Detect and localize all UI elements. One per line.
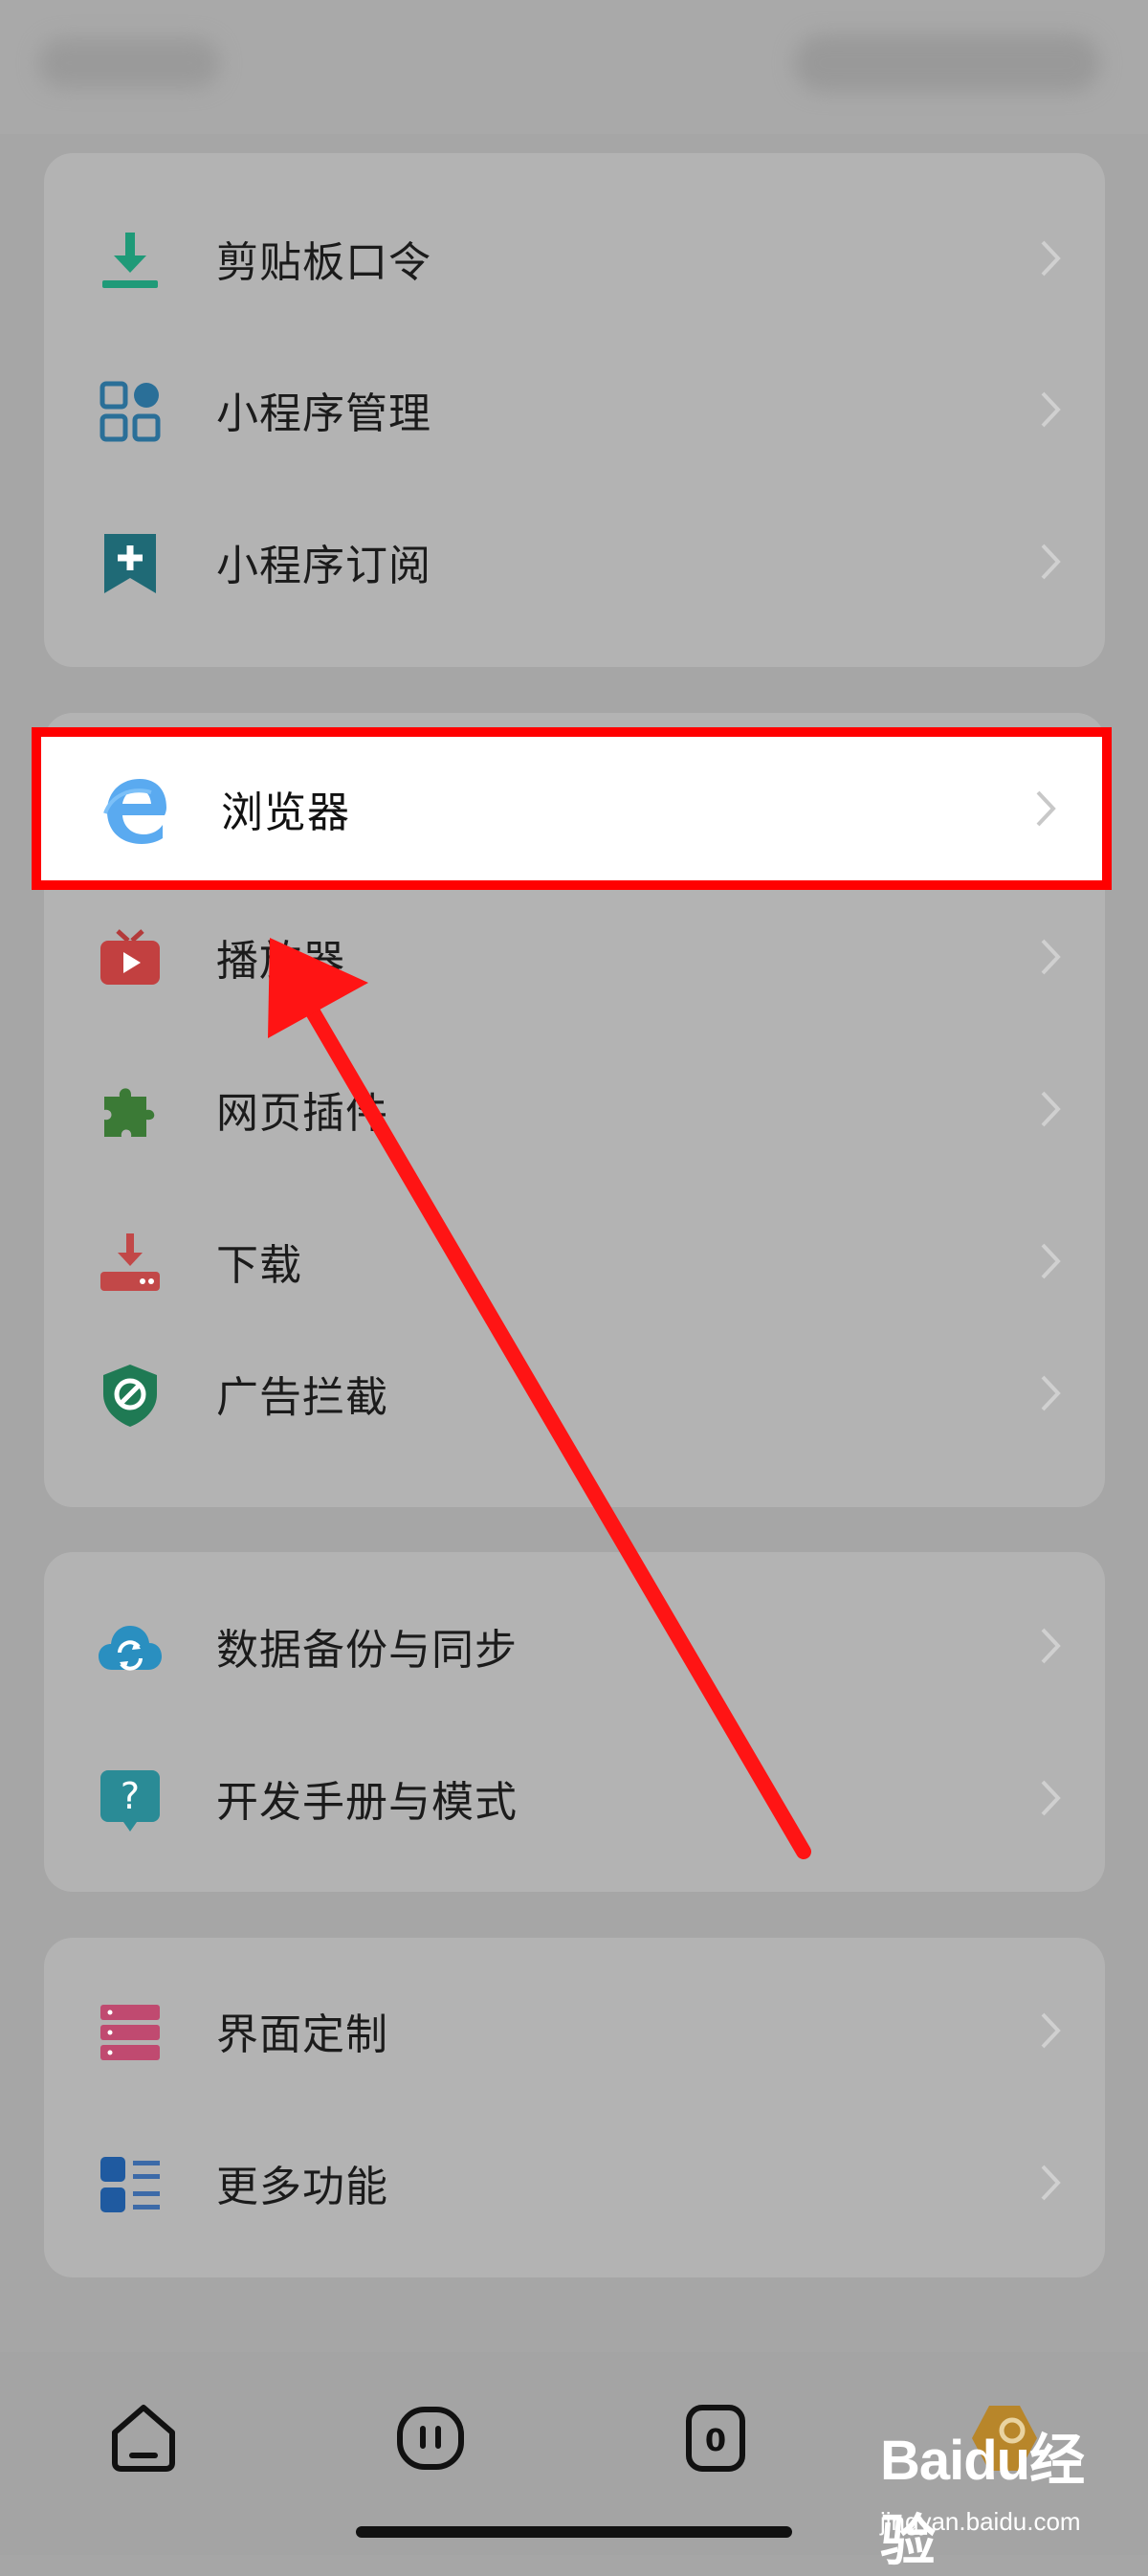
- menu-item-label: 广告拦截: [216, 1373, 388, 1422]
- shield-block-icon: [97, 1362, 164, 1429]
- chevron-right-icon: [1040, 2011, 1061, 2050]
- watermark-url: jingyan.baidu.com: [880, 2507, 1081, 2536]
- menu-item-web-plugin[interactable]: 网页插件: [44, 1037, 1105, 1181]
- menu-item-clipboard[interactable]: 剪贴板口令: [44, 187, 1105, 330]
- watermark-logo: Baidu经验: [880, 2430, 1085, 2572]
- menu-item-browser[interactable]: 浏览器: [32, 727, 1112, 890]
- menu-item-label: 剪贴板口令: [216, 238, 431, 287]
- puzzle-icon: [97, 1077, 164, 1144]
- app-grid-icon: [97, 378, 164, 445]
- chevron-right-icon: [1040, 1627, 1061, 1665]
- menu-item-player[interactable]: 播放器: [44, 885, 1105, 1029]
- menu-item-more-features[interactable]: 更多功能: [44, 2111, 1105, 2254]
- chevron-right-icon: [1035, 789, 1056, 828]
- nav-tabs-button[interactable]: 0: [677, 2400, 754, 2476]
- nav-home-button[interactable]: [105, 2400, 182, 2476]
- menu-item-label: 界面定制: [216, 2010, 388, 2059]
- settings-card-tools: 剪贴板口令 小程序管理 小程序订阅: [44, 153, 1105, 667]
- layout-layers-icon: [97, 1999, 164, 2066]
- menu-item-label: 下载: [216, 1241, 302, 1290]
- bookmark-plus-icon: [97, 530, 164, 597]
- nav-ai-button[interactable]: [392, 2400, 469, 2476]
- chevron-right-icon: [1040, 1779, 1061, 1817]
- face-icon: [397, 2407, 464, 2470]
- home-indicator[interactable]: [356, 2526, 792, 2538]
- blurred-title: [38, 38, 220, 88]
- tv-play-icon: [97, 925, 164, 992]
- menu-item-ui-custom[interactable]: 界面定制: [44, 1959, 1105, 2102]
- menu-item-label: 更多功能: [216, 2163, 388, 2211]
- baidu-watermark: Baidu经验 jingyan.baidu.com: [880, 2362, 1138, 2572]
- menu-item-label: 小程序订阅: [216, 542, 431, 590]
- menu-item-label: 网页插件: [216, 1089, 388, 1138]
- cloud-sync-icon: [97, 1614, 164, 1681]
- chevron-right-icon: [1040, 239, 1061, 278]
- chevron-right-icon: [1040, 2164, 1061, 2202]
- menu-item-label: 数据备份与同步: [216, 1626, 518, 1675]
- top-bar: [0, 0, 1148, 134]
- chevron-right-icon: [1040, 1090, 1061, 1128]
- help-bubble-icon: ?: [97, 1766, 164, 1833]
- blurred-status: [794, 34, 1100, 92]
- menu-item-dev-manual[interactable]: ? 开发手册与模式: [44, 1726, 1105, 1870]
- menu-item-adblock[interactable]: 广告拦截: [44, 1321, 1105, 1465]
- menu-item-miniprogram-subscribe[interactable]: 小程序订阅: [44, 490, 1105, 633]
- download-tray-icon: [97, 1230, 164, 1297]
- home-icon: [112, 2405, 175, 2472]
- chevron-right-icon: [1040, 390, 1061, 429]
- clipboard-download-icon: [97, 227, 164, 294]
- menu-item-label: 播放器: [216, 937, 345, 986]
- menu-item-label: 浏览器: [221, 788, 350, 837]
- menu-item-backup-sync[interactable]: 数据备份与同步: [44, 1574, 1105, 1718]
- settings-card-ui: 界面定制 更多功能: [44, 1938, 1105, 2277]
- chevron-right-icon: [1040, 938, 1061, 976]
- svg-text:?: ?: [121, 1775, 140, 1817]
- tab-count-icon: 0: [686, 2405, 745, 2472]
- browser-e-icon: [101, 775, 174, 848]
- menu-item-label: 开发手册与模式: [216, 1778, 518, 1827]
- menu-item-label: 小程序管理: [216, 389, 431, 438]
- chevron-right-icon: [1040, 1374, 1061, 1412]
- more-list-icon: [97, 2151, 164, 2218]
- settings-card-data: 数据备份与同步 ? 开发手册与模式: [44, 1552, 1105, 1892]
- chevron-right-icon: [1040, 1242, 1061, 1280]
- tab-count: 0: [705, 2422, 726, 2458]
- menu-item-miniprogram-manage[interactable]: 小程序管理: [44, 338, 1105, 481]
- chevron-right-icon: [1040, 543, 1061, 581]
- menu-item-download[interactable]: 下载: [44, 1189, 1105, 1333]
